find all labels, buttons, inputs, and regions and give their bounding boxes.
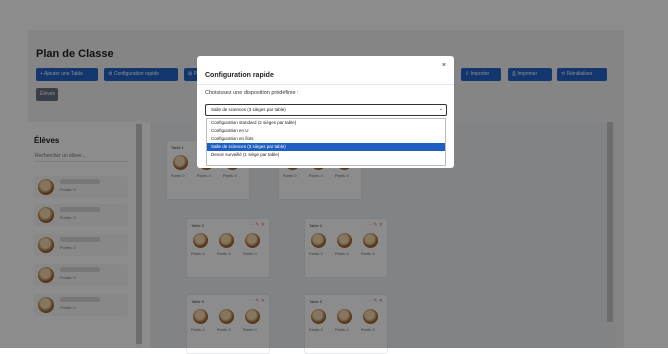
modal-divider — [197, 84, 454, 85]
close-icon[interactable]: × — [442, 62, 446, 69]
layout-options-list: Configuration standard (2 sièges par tab… — [206, 118, 446, 166]
modal-title: Configuration rapide — [205, 72, 274, 79]
layout-select[interactable]: Salle de sciences (3 sièges par table) ⌄ — [205, 104, 447, 116]
layout-select-value: Salle de sciences (3 sièges par table) — [211, 107, 286, 112]
modal-backdrop[interactable] — [0, 0, 668, 348]
chevron-down-icon: ⌄ — [438, 106, 443, 112]
layout-option-selected[interactable]: Salle de sciences (3 sièges par table) — [207, 143, 445, 151]
layout-option[interactable]: Configuration en U — [207, 127, 445, 135]
layout-option[interactable]: Configuration en îlots — [207, 135, 445, 143]
layout-prompt: Choisissez une disposition prédéfinie : — [205, 90, 299, 96]
layout-option[interactable]: Configuration standard (2 sièges par tab… — [207, 119, 445, 127]
layout-option[interactable]: Devoir surveillé (1 siège par table) — [207, 151, 445, 159]
